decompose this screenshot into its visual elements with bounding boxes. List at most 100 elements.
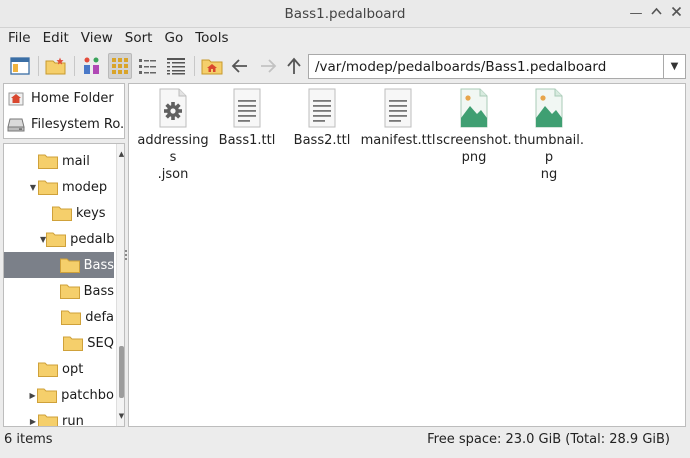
close-button[interactable] <box>666 4 686 24</box>
tree-item-patchbox[interactable]: ▶ patchbo <box>4 382 114 408</box>
folder-icon <box>63 336 84 351</box>
arrow-left-icon <box>231 59 247 73</box>
tree-item-bass1-selected[interactable]: Bass <box>4 252 114 278</box>
folder-icon <box>59 258 80 273</box>
forward-button[interactable] <box>256 53 280 79</box>
tree-item-default[interactable]: defa <box>4 304 114 330</box>
back-button[interactable] <box>228 53 252 79</box>
scroll-up-arrow-icon[interactable]: ▲ <box>117 150 124 158</box>
tree-expander[interactable]: ▶ <box>28 417 38 426</box>
file-name: thumbnail.p ng <box>513 133 585 182</box>
maximize-button[interactable] <box>646 4 666 24</box>
new-window-button[interactable] <box>8 53 32 79</box>
tree-item-label: opt <box>62 361 84 377</box>
text-file-icon <box>308 88 336 128</box>
file-name: Bass2.ttl <box>293 133 351 148</box>
tree-item-mail[interactable]: mail <box>4 148 114 174</box>
tree-item-opt[interactable]: opt <box>4 356 114 382</box>
tree-item-run[interactable]: ▶ run <box>4 408 114 426</box>
up-button[interactable] <box>282 53 306 79</box>
tree-item-label: keys <box>76 205 106 221</box>
folder-icon <box>38 362 58 377</box>
tree-item-keys[interactable]: keys <box>4 200 114 226</box>
file-item-bass2-ttl[interactable]: Bass2.ttl <box>284 88 360 149</box>
file-name: screenshot. png <box>436 133 512 165</box>
folder-icon <box>52 206 72 221</box>
icon-view-button[interactable] <box>108 53 132 79</box>
menu-tools[interactable]: Tools <box>189 28 234 50</box>
file-name: addressings .json <box>137 133 209 182</box>
folder-icon <box>59 284 80 299</box>
folder-icon <box>38 154 58 169</box>
scrollbar-thumb[interactable] <box>119 346 124 398</box>
toolbar: /var/modep/pedalboards/Bass1.pedalboard … <box>0 50 690 82</box>
detailed-list-view-button[interactable] <box>164 53 188 79</box>
side-pane: Home Folder Filesystem Ro... mail ▼ mode… <box>3 83 125 427</box>
compact-view-icon <box>139 59 156 74</box>
folder-icon <box>38 180 58 195</box>
new-tab-button[interactable] <box>44 53 68 79</box>
drive-icon <box>7 116 25 132</box>
folder-icon <box>38 414 58 426</box>
place-filesystem-root[interactable]: Filesystem Ro... <box>4 112 124 136</box>
scroll-down-arrow-icon[interactable]: ▼ <box>117 412 124 420</box>
chevron-down-icon: ▼ <box>670 61 679 72</box>
text-file-icon <box>384 88 412 128</box>
file-item-addressings-json[interactable]: addressings .json <box>135 88 211 183</box>
menu-bar: File Edit View Sort Go Tools <box>0 28 690 50</box>
status-bar: 6 items Free space: 23.0 GiB (Total: 28.… <box>0 428 690 450</box>
file-view[interactable]: addressings .json Bass1.ttl Bass2.ttl ma… <box>128 83 686 427</box>
path-history-dropdown[interactable]: ▼ <box>664 54 686 79</box>
list-view-icon <box>167 58 185 75</box>
folder-icon <box>46 232 67 247</box>
home-button[interactable] <box>200 53 224 79</box>
window-title: Bass1.pedalboard <box>284 6 406 22</box>
tree-item-label: modep <box>62 179 108 195</box>
tree-view-button[interactable] <box>80 53 104 79</box>
compact-view-button[interactable] <box>136 53 160 79</box>
title-bar[interactable]: Bass1.pedalboard — <box>0 0 690 28</box>
tree-item-label: pedalb <box>70 231 114 247</box>
arrow-up-icon <box>287 57 301 74</box>
item-count: 6 items <box>4 432 53 447</box>
thumbnail-view-icon <box>84 57 99 74</box>
file-manager-window: Bass1.pedalboard — File Edit View Sort G… <box>0 0 690 458</box>
folder-icon <box>37 388 58 403</box>
free-space: Free space: 23.0 GiB (Total: 28.9 GiB) <box>427 432 670 447</box>
path-input[interactable]: /var/modep/pedalboards/Bass1.pedalboard <box>308 54 664 79</box>
place-home-folder[interactable]: Home Folder <box>4 86 124 110</box>
tree-item-modep[interactable]: ▼ modep <box>4 174 114 200</box>
tree-item-label: SEQ <box>87 335 114 351</box>
file-item-manifest-ttl[interactable]: manifest.ttl <box>360 88 436 149</box>
image-file-icon <box>460 88 488 128</box>
folder-icon <box>61 310 82 325</box>
tree-scrollbar[interactable]: ▲ ▼ <box>116 144 124 426</box>
home-icon <box>7 90 25 106</box>
tree-expander[interactable]: ▼ <box>28 183 38 192</box>
tree-item-seq[interactable]: SEQ <box>4 330 114 356</box>
place-label: Home Folder <box>31 90 114 106</box>
file-name: manifest.ttl <box>360 133 436 148</box>
tree-expander[interactable]: ▶ <box>28 391 37 400</box>
new-folder-icon <box>45 57 66 75</box>
menu-file[interactable]: File <box>2 28 37 50</box>
tree-item-label: patchbo <box>61 387 114 403</box>
menu-sort[interactable]: Sort <box>119 28 159 50</box>
minimize-button[interactable]: — <box>626 4 646 24</box>
new-window-icon <box>10 57 30 75</box>
places-list: Home Folder Filesystem Ro... <box>3 83 125 139</box>
tree-item-pedalboards[interactable]: ▼ pedalb <box>4 226 114 252</box>
tree-item-label: defa <box>85 309 114 325</box>
file-item-bass1-ttl[interactable]: Bass1.ttl <box>209 88 285 149</box>
image-file-icon <box>535 88 563 128</box>
file-item-screenshot-png[interactable]: screenshot. png <box>436 88 512 166</box>
menu-go[interactable]: Go <box>158 28 189 50</box>
menu-edit[interactable]: Edit <box>37 28 75 50</box>
config-file-icon <box>159 88 187 128</box>
directory-tree: mail ▼ modep keys ▼ pedalb Bass Bass def… <box>3 143 125 427</box>
file-name: Bass1.ttl <box>218 133 276 148</box>
tree-item-label: Bass <box>83 257 114 273</box>
tree-item-bass2[interactable]: Bass <box>4 278 114 304</box>
menu-view[interactable]: View <box>75 28 119 50</box>
file-item-thumbnail-png[interactable]: thumbnail.p ng <box>511 88 587 183</box>
